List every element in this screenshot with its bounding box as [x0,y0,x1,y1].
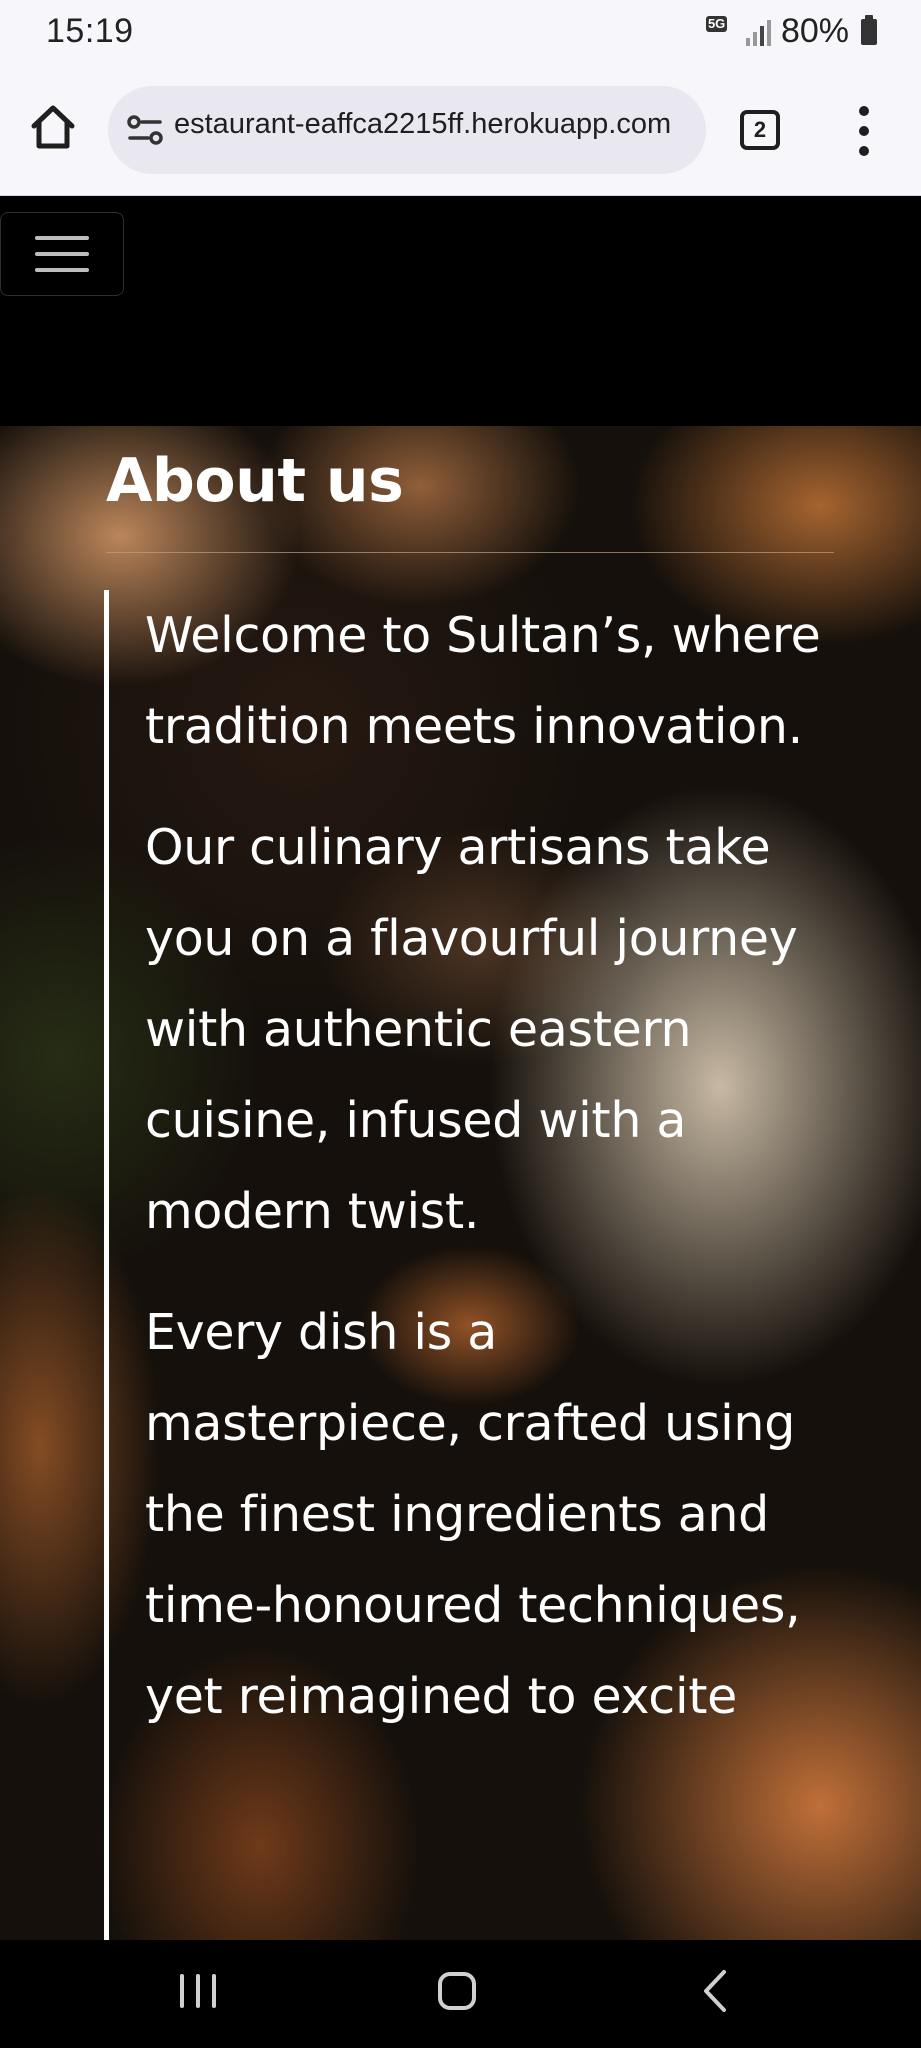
tab-count: 2 [753,117,767,142]
system-home-icon[interactable] [438,1972,476,2010]
tab-switcher-button[interactable]: 2 [740,110,780,150]
system-navigation-bar [0,1940,921,2048]
about-paragraph-dishes: Every dish is a masterpiece, crafted usi… [145,1304,801,1725]
network-5g-icon: 5G [705,14,736,50]
site-settings-icon[interactable] [126,112,166,148]
hamburger-line [35,236,89,240]
site-navbar [0,196,921,426]
about-heading: About us [106,446,404,516]
network-badge: 5G [705,15,728,32]
about-quote: Welcome to Sultan’s, where tradition mee… [104,590,824,1940]
recent-apps-icon[interactable] [180,1974,216,2008]
battery-percent: 80% [780,12,849,50]
back-icon[interactable] [700,1968,730,2014]
about-paragraph-welcome: Welcome to Sultan’s, where tradition mee… [145,607,821,755]
browser-toolbar: estaurant-eaffca2215ff.herokuapp.com 2 [0,66,921,196]
section-divider [106,552,834,553]
signal-strength-icon [745,18,771,46]
address-bar[interactable]: estaurant-eaffca2215ff.herokuapp.com [108,86,706,174]
battery-icon [861,14,877,45]
hamburger-menu-button[interactable] [0,212,124,296]
status-time: 15:19 [46,12,134,50]
status-icons: 5G 80% [705,12,877,51]
about-paragraph-artisans: Our culinary artisans take you on a flav… [145,819,798,1240]
hamburger-line [35,252,89,256]
more-options-icon[interactable] [856,106,872,156]
status-bar: 15:19 5G 80% [0,0,921,66]
about-section: About us Welcome to Sultan’s, where trad… [0,426,921,1940]
url-text[interactable]: estaurant-eaffca2215ff.herokuapp.com [174,108,694,141]
home-icon[interactable] [28,102,78,152]
hamburger-line [35,268,89,272]
